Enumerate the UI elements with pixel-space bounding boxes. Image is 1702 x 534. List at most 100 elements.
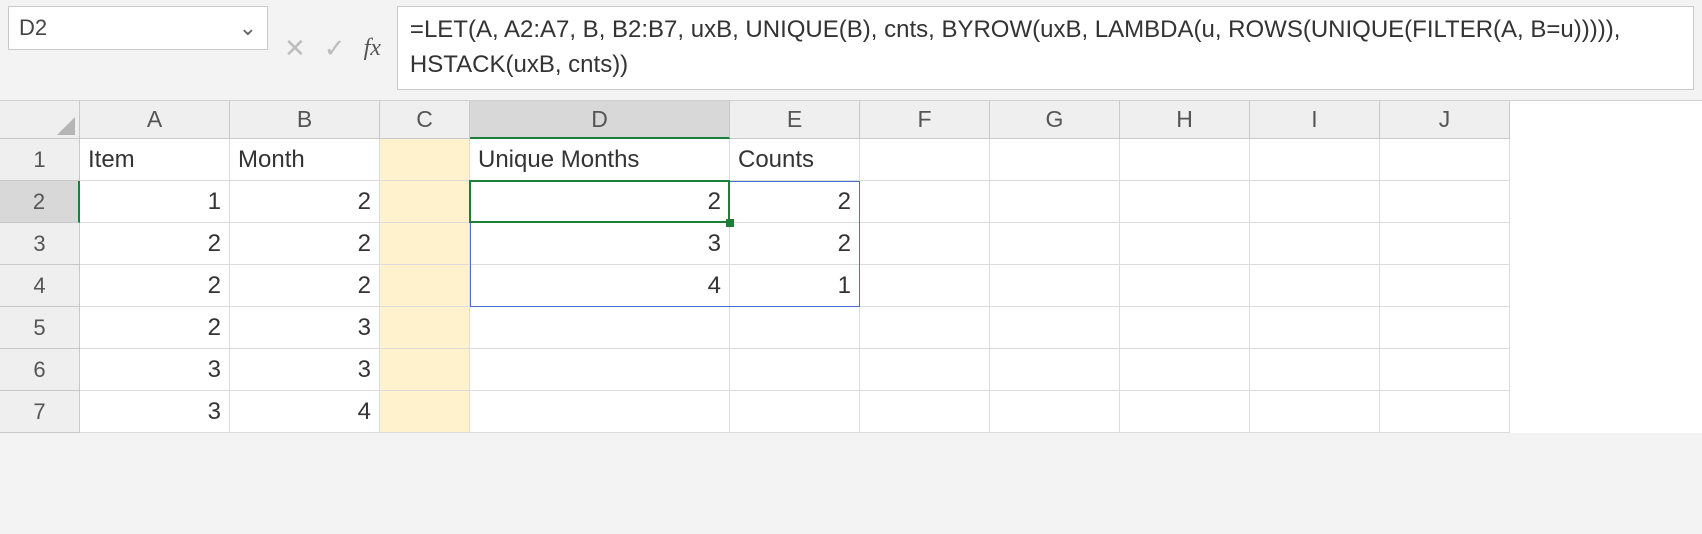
row-header-7[interactable]: 7	[0, 391, 80, 433]
cell-D7[interactable]	[470, 391, 730, 433]
cell-J2[interactable]	[1380, 181, 1510, 223]
cell-J4[interactable]	[1380, 265, 1510, 307]
row-header-5[interactable]: 5	[0, 307, 80, 349]
cell-I4[interactable]	[1250, 265, 1380, 307]
cell-G6[interactable]	[990, 349, 1120, 391]
cell-J1[interactable]	[1380, 139, 1510, 181]
cell-F5[interactable]	[860, 307, 990, 349]
cell-I6[interactable]	[1250, 349, 1380, 391]
cell-C7[interactable]	[380, 391, 470, 433]
grid-row: 7 3 4	[0, 391, 1702, 433]
cell-G1[interactable]	[990, 139, 1120, 181]
cell-A3[interactable]: 2	[80, 223, 230, 265]
cell-I7[interactable]	[1250, 391, 1380, 433]
cell-B4[interactable]: 2	[230, 265, 380, 307]
row-header-1[interactable]: 1	[0, 139, 80, 181]
cell-D3[interactable]: 3	[470, 223, 730, 265]
col-header-H[interactable]: H	[1120, 101, 1250, 139]
col-header-J[interactable]: J	[1380, 101, 1510, 139]
cell-B2[interactable]: 2	[230, 181, 380, 223]
cell-C6[interactable]	[380, 349, 470, 391]
row-header-4[interactable]: 4	[0, 265, 80, 307]
spreadsheet-grid: A B C D E F G H I J 1 Item Month Unique …	[0, 100, 1702, 433]
cell-G7[interactable]	[990, 391, 1120, 433]
cell-E4[interactable]: 1	[730, 265, 860, 307]
cell-H1[interactable]	[1120, 139, 1250, 181]
cell-A2[interactable]: 1	[80, 181, 230, 223]
cell-C1[interactable]	[380, 139, 470, 181]
col-header-I[interactable]: I	[1250, 101, 1380, 139]
cell-A5[interactable]: 2	[80, 307, 230, 349]
name-box[interactable]: D2 ⌄	[8, 6, 268, 50]
cell-J7[interactable]	[1380, 391, 1510, 433]
cell-F4[interactable]	[860, 265, 990, 307]
col-header-C[interactable]: C	[380, 101, 470, 139]
cell-J3[interactable]	[1380, 223, 1510, 265]
cell-B1[interactable]: Month	[230, 139, 380, 181]
cell-I1[interactable]	[1250, 139, 1380, 181]
cell-A6[interactable]: 3	[80, 349, 230, 391]
cell-G2[interactable]	[990, 181, 1120, 223]
grid-row: 4 2 2 4 1	[0, 265, 1702, 307]
cell-D6[interactable]	[470, 349, 730, 391]
cell-J6[interactable]	[1380, 349, 1510, 391]
cell-G3[interactable]	[990, 223, 1120, 265]
cell-F6[interactable]	[860, 349, 990, 391]
cell-D1[interactable]: Unique Months	[470, 139, 730, 181]
cell-I2[interactable]	[1250, 181, 1380, 223]
cell-E3[interactable]: 2	[730, 223, 860, 265]
formula-input[interactable]: =LET(A, A2:A7, B, B2:B7, uxB, UNIQUE(B),…	[397, 6, 1694, 90]
cell-H2[interactable]	[1120, 181, 1250, 223]
confirm-icon[interactable]: ✓	[324, 33, 346, 64]
cell-C2[interactable]	[380, 181, 470, 223]
cell-A7[interactable]: 3	[80, 391, 230, 433]
col-header-D[interactable]: D	[470, 101, 730, 139]
cell-F1[interactable]	[860, 139, 990, 181]
col-header-G[interactable]: G	[990, 101, 1120, 139]
cell-C3[interactable]	[380, 223, 470, 265]
cell-G4[interactable]	[990, 265, 1120, 307]
cell-E2[interactable]: 2	[730, 181, 860, 223]
cell-F7[interactable]	[860, 391, 990, 433]
grid-row: 6 3 3	[0, 349, 1702, 391]
col-header-B[interactable]: B	[230, 101, 380, 139]
cell-H6[interactable]	[1120, 349, 1250, 391]
cell-H4[interactable]	[1120, 265, 1250, 307]
cell-F2[interactable]	[860, 181, 990, 223]
grid-row: 3 2 2 3 2	[0, 223, 1702, 265]
cell-G5[interactable]	[990, 307, 1120, 349]
cell-A1[interactable]: Item	[80, 139, 230, 181]
cell-B5[interactable]: 3	[230, 307, 380, 349]
cell-C4[interactable]	[380, 265, 470, 307]
grid-row: 2 1 2 2 2	[0, 181, 1702, 223]
cell-I3[interactable]	[1250, 223, 1380, 265]
cell-A4[interactable]: 2	[80, 265, 230, 307]
row-header-6[interactable]: 6	[0, 349, 80, 391]
cell-H7[interactable]	[1120, 391, 1250, 433]
cell-D5[interactable]	[470, 307, 730, 349]
cell-E1[interactable]: Counts	[730, 139, 860, 181]
cell-E7[interactable]	[730, 391, 860, 433]
fx-icon[interactable]: fx	[364, 35, 381, 62]
row-header-3[interactable]: 3	[0, 223, 80, 265]
cell-D4[interactable]: 4	[470, 265, 730, 307]
cell-E6[interactable]	[730, 349, 860, 391]
cell-C5[interactable]	[380, 307, 470, 349]
select-all-triangle[interactable]	[0, 101, 80, 139]
col-header-A[interactable]: A	[80, 101, 230, 139]
cell-I5[interactable]	[1250, 307, 1380, 349]
cell-B3[interactable]: 2	[230, 223, 380, 265]
chevron-down-icon[interactable]: ⌄	[239, 15, 257, 41]
cell-J5[interactable]	[1380, 307, 1510, 349]
cancel-icon[interactable]: ✕	[284, 33, 306, 64]
cell-E5[interactable]	[730, 307, 860, 349]
cell-D2[interactable]: 2	[470, 181, 730, 223]
row-header-2[interactable]: 2	[0, 181, 80, 223]
cell-H3[interactable]	[1120, 223, 1250, 265]
cell-B6[interactable]: 3	[230, 349, 380, 391]
cell-H5[interactable]	[1120, 307, 1250, 349]
cell-B7[interactable]: 4	[230, 391, 380, 433]
col-header-E[interactable]: E	[730, 101, 860, 139]
cell-F3[interactable]	[860, 223, 990, 265]
col-header-F[interactable]: F	[860, 101, 990, 139]
